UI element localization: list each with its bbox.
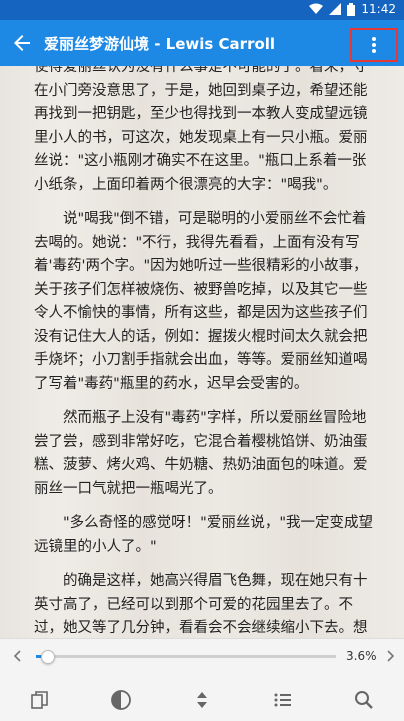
paragraph: 说"喝我"倒不错，可是聪明的小爱丽丝不会忙着去喝的。她说："不行，我得先看看，上… — [34, 211, 368, 392]
more-vertical-icon — [372, 37, 376, 53]
font-size-button[interactable] — [187, 685, 217, 715]
brightness-icon — [111, 690, 132, 710]
wifi-icon — [309, 3, 324, 14]
arrow-left-icon[interactable] — [10, 31, 34, 55]
signal-icon — [329, 3, 342, 15]
page-title: 爱丽丝梦游仙境 - Lewis Carroll — [44, 35, 276, 53]
paragraph: "多么奇怪的感觉呀！"爱丽丝说，"我一定变成望远镜里的小人了。" — [34, 515, 374, 555]
search-icon — [354, 691, 373, 709]
font-size-icon — [196, 692, 207, 708]
book-text: 使得爱丽丝认为没有什么事是不可能的了。看来，守在小门旁没意思了，于是，她回到桌子… — [34, 66, 380, 638]
app-bar: 爱丽丝梦游仙境 - Lewis Carroll — [0, 20, 404, 66]
paragraph: 然而瓶子上没有"毒药"字样，所以爱丽丝冒险地尝了尝，感到非常好吃，它混合着樱桃馅… — [34, 410, 368, 497]
progress-slider[interactable] — [36, 650, 336, 664]
progress-percent: 3.6% — [346, 649, 377, 663]
book-icon — [31, 691, 49, 709]
book-button[interactable] — [25, 685, 55, 715]
reader-controls: 3.6% — [0, 638, 404, 721]
chevron-right-icon[interactable] — [382, 648, 398, 664]
status-bar: 11:42 — [0, 0, 404, 20]
list-icon — [274, 693, 291, 707]
paragraph: 使得爱丽丝认为没有什么事是不可能的了。看来，守在小门旁没意思了，于是，她回到桌子… — [34, 66, 368, 193]
battery-icon — [347, 2, 356, 16]
reading-area[interactable]: 使得爱丽丝认为没有什么事是不可能的了。看来，守在小门旁没意思了，于是，她回到桌子… — [0, 66, 404, 638]
brightness-button[interactable] — [106, 685, 136, 715]
bottom-toolbar — [0, 683, 404, 717]
progress-row: 3.6% — [0, 639, 404, 673]
clock: 11:42 — [361, 2, 396, 16]
more-options-button[interactable] — [350, 28, 398, 62]
paragraph: 的确是这样，她高兴得眉飞色舞，现在她只有十英寸高了，已经可以到那个可爱的花园里去… — [34, 573, 368, 636]
status-icons: 11:42 — [309, 2, 396, 16]
chevron-left-icon[interactable] — [10, 648, 26, 664]
search-button[interactable] — [349, 685, 379, 715]
list-button[interactable] — [268, 685, 298, 715]
progress-thumb[interactable] — [40, 650, 55, 664]
